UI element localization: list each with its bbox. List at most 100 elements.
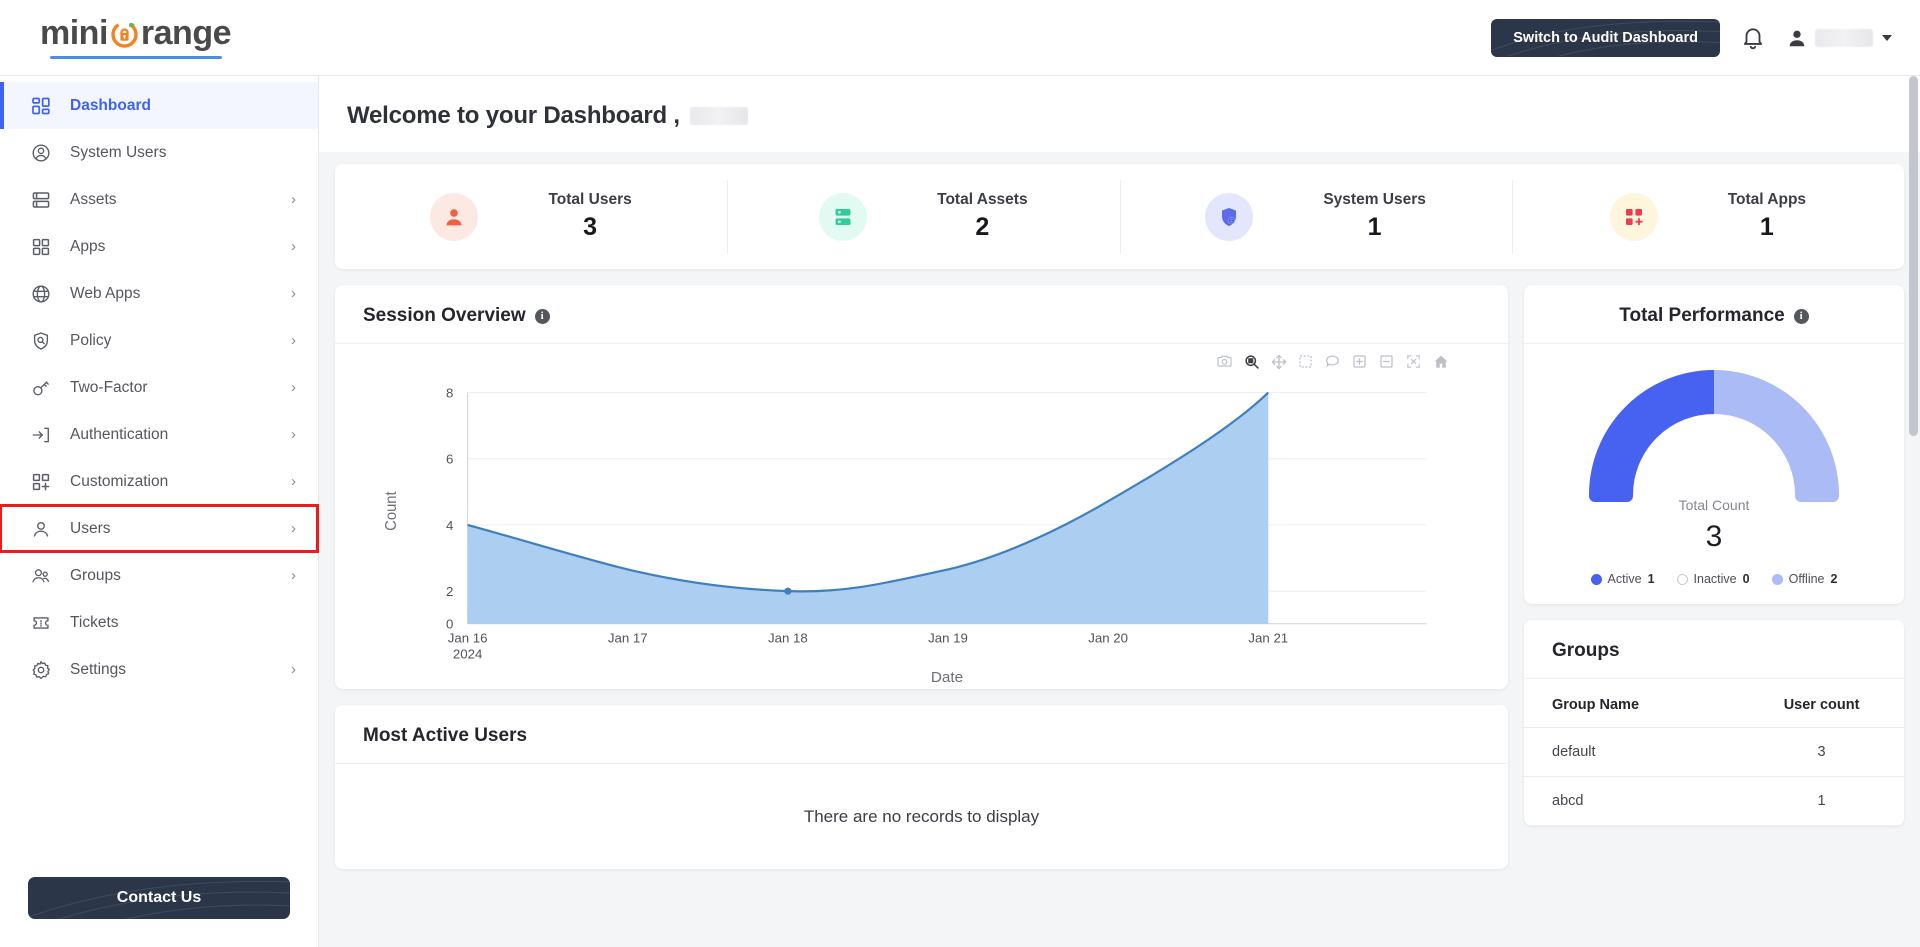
chevron-right-icon: › (291, 239, 296, 254)
gauge-legend: Active 1 Inactive 0 (1591, 572, 1838, 586)
sidebar-label: Authentication (70, 426, 273, 444)
sidebar-label: System Users (70, 144, 296, 162)
gauge-segment-offline[interactable] (1714, 392, 1817, 495)
legend-value: 1 (1648, 572, 1655, 586)
groups-header: Groups (1524, 620, 1904, 679)
scrollbar-thumb[interactable] (1909, 76, 1918, 436)
user-menu[interactable] (1786, 27, 1892, 49)
logo-text-range: range (141, 16, 231, 50)
gear-icon (30, 659, 52, 681)
cell-user-count: 1 (1739, 777, 1904, 826)
server-stack-icon (30, 189, 52, 211)
svg-text:0: 0 (446, 617, 453, 632)
zoom-out-icon[interactable] (1377, 352, 1396, 371)
gauge-chart: Total Count 3 (1549, 358, 1879, 570)
column-header-group-name[interactable]: Group Name (1524, 679, 1739, 728)
svg-text:Jan 21: Jan 21 (1248, 631, 1288, 646)
session-overview-panel: Session Overview i (335, 285, 1508, 689)
contact-us-button[interactable]: Contact Us (28, 877, 290, 919)
user-avatar-icon (1786, 27, 1808, 49)
svg-text:Jan 18: Jan 18 (768, 631, 808, 646)
lasso-select-icon[interactable] (1323, 352, 1342, 371)
groups-table-head: Group Name User count (1524, 679, 1904, 728)
chevron-right-icon: › (291, 380, 296, 395)
legend-item-inactive[interactable]: Inactive 0 (1677, 572, 1750, 586)
stat-label: Total Users (548, 191, 631, 209)
audit-button-label: Switch to Audit Dashboard (1513, 30, 1698, 46)
top-bar: mini range (0, 0, 1920, 76)
sidebar-label: Settings (70, 661, 273, 679)
sidebar-item-authentication[interactable]: Authentication › (0, 411, 318, 458)
most-active-users-panel: Most Active Users There are no records t… (335, 705, 1508, 869)
sidebar-item-two-factor[interactable]: Two-Factor › (0, 364, 318, 411)
brand-logo[interactable]: mini range (34, 16, 231, 59)
sidebar-item-assets[interactable]: Assets › (0, 176, 318, 223)
box-select-icon[interactable] (1296, 352, 1315, 371)
legend-value: 0 (1743, 572, 1750, 586)
dashboard-row-1: Session Overview i (335, 285, 1904, 885)
stat-text: Total Assets 2 (937, 191, 1027, 242)
key-icon (30, 377, 52, 399)
sidebar-item-settings[interactable]: Settings › (0, 646, 318, 693)
sidebar-item-system-users[interactable]: System Users (0, 129, 318, 176)
logo-underline (50, 56, 222, 59)
notification-bell-icon[interactable] (1740, 25, 1766, 51)
reset-home-icon[interactable] (1431, 352, 1450, 371)
sidebar-item-tickets[interactable]: Tickets (0, 599, 318, 646)
grid-plus-icon (30, 471, 52, 493)
table-row[interactable]: default 3 (1524, 728, 1904, 777)
gauge-center-label: Total Count (1679, 497, 1750, 513)
legend-label: Active (1608, 572, 1642, 586)
shield-user-icon (1205, 193, 1253, 241)
username-redacted (1815, 29, 1873, 47)
chevron-right-icon: › (291, 521, 296, 536)
stat-card-total-users: Total Users 3 (335, 164, 727, 269)
gauge-segment-active[interactable] (1611, 392, 1714, 495)
chevron-down-icon (1882, 35, 1892, 41)
sidebar-item-groups[interactable]: Groups › (0, 552, 318, 599)
apps-grid-icon (30, 236, 52, 258)
svg-text:2: 2 (446, 584, 453, 599)
switch-to-audit-dashboard-button[interactable]: Switch to Audit Dashboard (1491, 19, 1720, 57)
sidebar-item-customization[interactable]: Customization › (0, 458, 318, 505)
legend-item-active[interactable]: Active 1 (1591, 572, 1655, 586)
sidebar-item-dashboard[interactable]: Dashboard (0, 82, 318, 129)
column-header-user-count[interactable]: User count (1739, 679, 1904, 728)
globe-icon (30, 283, 52, 305)
session-overview-column: Session Overview i (335, 285, 1508, 885)
info-icon[interactable]: i (1794, 309, 1809, 324)
logo-text: mini range (40, 16, 231, 50)
chart-marker-point[interactable] (784, 588, 791, 595)
welcome-text: Welcome to your Dashboard , (347, 102, 680, 130)
zoom-icon[interactable] (1242, 352, 1261, 371)
sidebar-item-users[interactable]: Users › (0, 505, 318, 552)
sidebar-label: Assets (70, 191, 273, 209)
sidebar-label: Policy (70, 332, 273, 350)
sidebar-item-apps[interactable]: Apps › (0, 223, 318, 270)
most-active-users-header: Most Active Users (335, 705, 1508, 764)
main-scrollbar[interactable] (1909, 76, 1918, 947)
svg-text:8: 8 (446, 386, 453, 401)
session-overview-area-chart: 8 6 4 2 0 Jan 16 2024 Jan 17 Jan 18 (335, 348, 1508, 689)
stat-card-system-users: System Users 1 (1120, 164, 1512, 269)
stat-value: 1 (1368, 213, 1382, 242)
gauge-center-value: 3 (1706, 520, 1723, 553)
pan-icon[interactable] (1269, 352, 1288, 371)
session-overview-chart: 8 6 4 2 0 Jan 16 2024 Jan 17 Jan 18 (335, 344, 1508, 689)
table-header-row: Group Name User count (1524, 679, 1904, 728)
plotly-modebar (1215, 352, 1450, 371)
sidebar-item-policy[interactable]: Policy › (0, 317, 318, 364)
info-icon[interactable]: i (535, 309, 550, 324)
table-row[interactable]: abcd 1 (1524, 777, 1904, 826)
chevron-right-icon: › (291, 286, 296, 301)
app-body: Dashboard System Users (0, 76, 1920, 947)
stat-value: 2 (975, 213, 989, 242)
zoom-in-icon[interactable] (1350, 352, 1369, 371)
logo-text-mini: mini (40, 16, 108, 50)
total-performance-gauge: Total Count 3 Active 1 (1524, 344, 1904, 604)
download-camera-icon[interactable] (1215, 352, 1234, 371)
sidebar-label: Users (70, 520, 273, 538)
legend-item-offline[interactable]: Offline 2 (1772, 572, 1838, 586)
autoscale-icon[interactable] (1404, 352, 1423, 371)
sidebar-item-web-apps[interactable]: Web Apps › (0, 270, 318, 317)
